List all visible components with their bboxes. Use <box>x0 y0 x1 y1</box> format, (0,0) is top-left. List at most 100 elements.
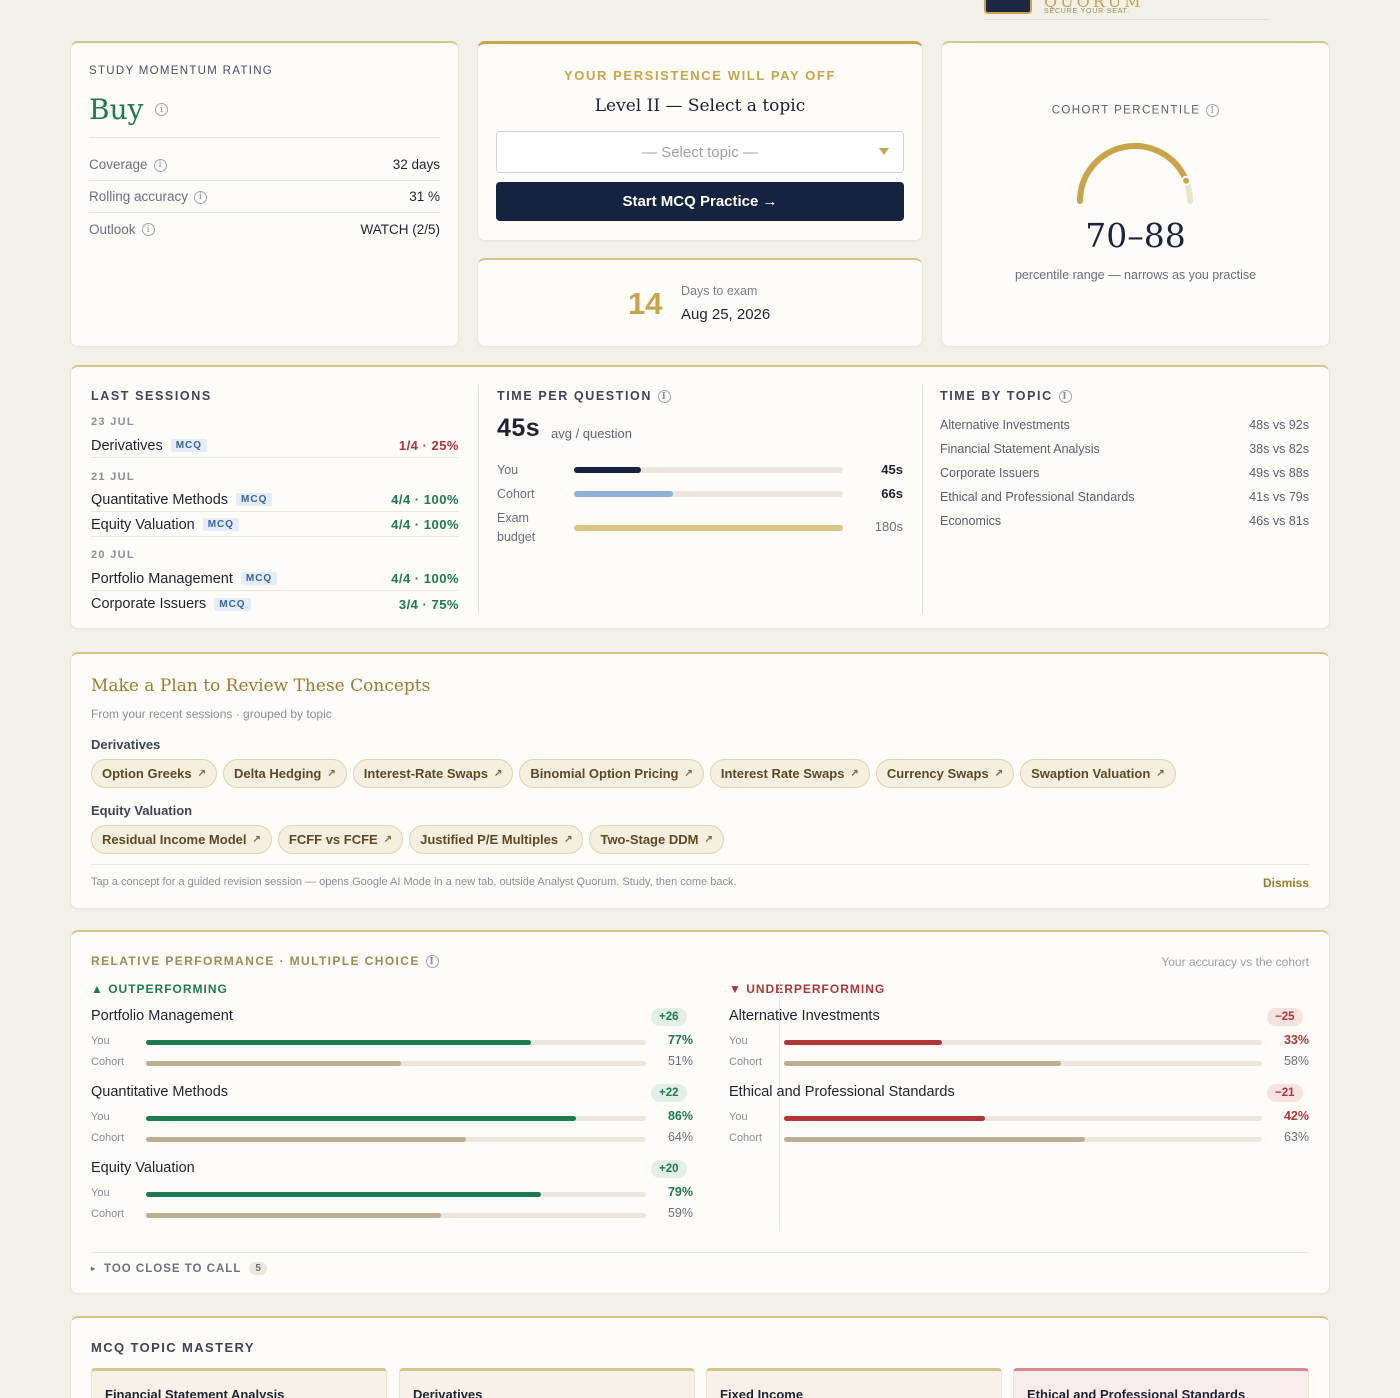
concept-chip[interactable]: Justified P/E Multiples ↗ <box>409 825 584 854</box>
external-link-icon: ↗ <box>704 834 713 845</box>
tpq-value: 66s <box>881 486 903 501</box>
outperforming-heading: ▲ Outperforming <box>91 982 228 996</box>
session-row[interactable]: Equity Valuation MCQ 4/4 · 100% <box>91 513 459 537</box>
too-close-toggle[interactable]: ▸ Too close to call 5 <box>91 1262 267 1275</box>
concept-chip[interactable]: Option Greeks ↗ <box>91 759 217 788</box>
you-track <box>146 1192 646 1197</box>
chip-label: Binomial Option Pricing <box>530 766 679 781</box>
relative-topic-name: Equity Valuation <box>91 1160 195 1176</box>
days-label: Days to exam <box>681 284 758 298</box>
concept-chips: Option Greeks ↗ Delta Hedging ↗ Interest-R… <box>91 759 1176 788</box>
you-track <box>784 1040 1262 1045</box>
chip-label: Interest Rate Swaps <box>720 766 845 781</box>
relative-note: Your accuracy vs the cohort <box>1161 955 1309 969</box>
mastery-title: MCQ Topic Mastery <box>91 1340 255 1355</box>
external-link-icon: ↗ <box>327 768 336 779</box>
session-row[interactable]: Corporate Issuers MCQ 3/4 · 75% <box>91 592 459 616</box>
you-label: You <box>91 1187 110 1199</box>
info-icon[interactable]: i <box>425 955 439 969</box>
tbt-topic: Alternative Investments <box>940 418 1070 432</box>
momentum-row-outlook: Outlook i WATCH (2/5) <box>89 213 440 245</box>
chip-label: Option Greeks <box>102 766 192 781</box>
divider <box>91 1252 1309 1253</box>
concept-chip[interactable]: Interest Rate Swaps ↗ <box>709 759 870 788</box>
info-icon[interactable]: i <box>194 190 208 204</box>
session-row[interactable]: Derivatives MCQ 1/4 · 25% <box>91 434 459 458</box>
topic-select-value: — Select topic — <box>642 143 758 161</box>
you-bar <box>146 1192 541 1197</box>
plan-footnote: Tap a concept for a guided revision sess… <box>91 876 737 888</box>
info-icon[interactable]: i <box>1206 104 1220 117</box>
session-date: 21 Jul <box>91 471 135 483</box>
concept-chip[interactable]: Delta Hedging ↗ <box>222 759 347 788</box>
mastery-topic-name: Derivatives <box>413 1387 483 1398</box>
tpq-label: Cohort <box>497 487 535 501</box>
relative-performance-card: Relative Performance · Multiple Choice i … <box>70 930 1330 1294</box>
info-icon[interactable]: i <box>155 103 168 116</box>
start-mcq-button[interactable]: Start MCQ Practice → <box>496 182 904 221</box>
you-label: You <box>91 1035 110 1047</box>
cohort-label: Cohort <box>729 1132 763 1144</box>
plan-group-title: Equity Valuation <box>91 803 193 818</box>
you-label: You <box>729 1111 748 1123</box>
dismiss-button[interactable]: Dismiss <box>1263 876 1309 890</box>
chip-label: Interest-Rate Swaps <box>363 766 489 781</box>
relative-topic-name: Portfolio Management <box>91 1008 233 1024</box>
session-score: 3/4 · 75% <box>398 596 459 612</box>
session-row[interactable]: Portfolio Management MCQ 4/4 · 100% <box>91 567 459 591</box>
session-score: 4/4 · 100% <box>391 492 459 507</box>
external-link-icon: ↗ <box>494 768 503 779</box>
tbt-value: 38s vs 82s <box>1249 442 1309 456</box>
mastery-topic-card[interactable]: Fixed Income <box>706 1368 1002 1398</box>
info-icon[interactable]: i <box>153 158 167 172</box>
session-topic: Derivatives <box>91 437 163 454</box>
cohort-label: Cohort <box>91 1208 125 1220</box>
you-value: 77% <box>667 1033 693 1047</box>
concept-chip[interactable]: FCFF vs FCFE ↗ <box>277 825 404 854</box>
divider <box>478 385 479 614</box>
tbt-row: Ethical and Professional Standards 41s vs… <box>940 490 1309 504</box>
tbt-topic: Ethical and Professional Standards <box>940 490 1135 504</box>
info-icon[interactable]: i <box>141 223 155 237</box>
concept-chip[interactable]: Residual Income Model ↗ <box>91 825 272 854</box>
sessions-strip: Last Sessions 23 Jul Derivatives MCQ 1/4 … <box>70 365 1330 629</box>
external-link-icon: ↗ <box>197 768 206 779</box>
plan-title: Make a Plan to Review These Concepts <box>91 676 431 696</box>
mastery-topic-card[interactable]: Financial Statement Analysis <box>91 1368 387 1398</box>
session-date: 20 Jul <box>91 549 135 561</box>
mastery-topic-card[interactable]: Ethical and Professional Standards <box>1013 1368 1309 1398</box>
mastery-topic-card[interactable]: Derivatives <box>399 1368 695 1398</box>
cohort-bar <box>784 1061 1062 1066</box>
relative-title-text: Relative Performance · Multiple Choice <box>91 954 420 968</box>
concept-chip[interactable]: Interest-Rate Swaps ↗ <box>352 759 514 788</box>
tbt-topic: Economics <box>940 514 1002 528</box>
mcq-tag: MCQ <box>240 572 278 586</box>
cohort-value: 58% <box>1283 1054 1309 1068</box>
relative-title: Relative Performance · Multiple Choice i <box>91 954 439 969</box>
tpq-track <box>574 467 843 473</box>
you-value: 42% <box>1283 1109 1309 1123</box>
delta-badge: +20 <box>651 1160 687 1178</box>
relative-topic-name: Alternative Investments <box>729 1008 880 1024</box>
topic-select[interactable]: — Select topic — <box>496 131 904 173</box>
session-row[interactable]: Quantitative Methods MCQ 4/4 · 100% <box>91 488 459 512</box>
exam-date: Aug 25, 2026 <box>681 306 771 323</box>
percentile-label-text: Cohort Percentile <box>1051 104 1201 117</box>
concept-chip[interactable]: Two-Stage DDM ↗ <box>589 825 724 854</box>
tpq-track <box>574 525 843 531</box>
external-link-icon: ↗ <box>994 768 1004 779</box>
concept-chip[interactable]: Currency Swaps ↗ <box>875 759 1015 788</box>
too-close-label: Too close to call <box>104 1262 242 1275</box>
session-topic: Quantitative Methods <box>91 491 229 508</box>
gauge-track <box>1077 143 1193 204</box>
concept-chip[interactable]: Swaption Valuation ↗ <box>1020 759 1176 788</box>
concept-chip[interactable]: Binomial Option Pricing ↗ <box>519 759 704 788</box>
tpq-label: You <box>497 463 519 477</box>
external-link-icon: ↗ <box>684 768 693 779</box>
info-icon[interactable]: i <box>658 390 671 404</box>
tbt-value: 46s vs 81s <box>1249 514 1309 528</box>
logo-icon <box>984 0 1032 14</box>
tpq-bar-budget <box>574 525 843 531</box>
plan-group-title: Derivatives <box>91 737 161 752</box>
info-icon[interactable]: i <box>1058 390 1072 404</box>
